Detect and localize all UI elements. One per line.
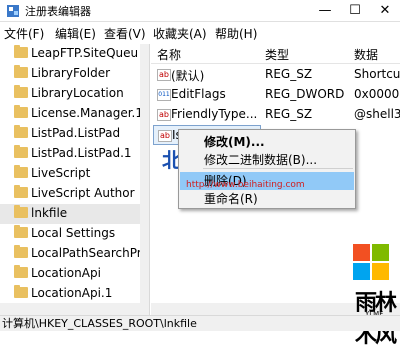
tree-item[interactable]: License.Manager.1: [0, 104, 140, 124]
tree-item-label: Local Settings: [31, 226, 116, 240]
tree-item-label: LibraryFolder: [31, 66, 111, 80]
minimize-button[interactable]: —: [310, 0, 340, 22]
maximize-button[interactable]: ☐: [340, 0, 370, 22]
value-name: EditFlags: [171, 87, 226, 101]
close-button[interactable]: ✕: [370, 0, 400, 22]
tree-item[interactable]: lnkfile: [0, 204, 140, 224]
folder-icon: [14, 265, 28, 278]
folder-icon: [14, 165, 28, 178]
value-data: @shell3: [354, 107, 400, 121]
value-type: REG_DWORD: [265, 87, 345, 101]
value-type: REG_SZ: [265, 67, 313, 81]
tree-item[interactable]: LeapFTP.SiteQueu: [0, 44, 140, 64]
tree-item[interactable]: ListPad.ListPad.1: [0, 144, 140, 164]
context-modify[interactable]: 修改(M)...: [180, 133, 354, 151]
regedit-icon: [7, 5, 19, 17]
folder-icon: [14, 225, 28, 238]
title-bar: 注册表编辑器 — ☐ ✕: [0, 0, 400, 22]
string-value-icon: ab: [158, 130, 172, 142]
folder-icon: [14, 65, 28, 78]
tree-item-label: LocationApi.1: [31, 286, 113, 300]
tree-item[interactable]: Local Settings: [0, 224, 140, 244]
status-path: 计算机\HKEY_CLASSES_ROOT\lnkfile: [2, 317, 197, 330]
column-name-header[interactable]: 名称: [157, 46, 181, 63]
value-name-cell[interactable]: ab (默认): [153, 65, 261, 85]
value-row[interactable]: ab FriendlyType... REG_SZ @shell3: [151, 105, 400, 125]
value-data: Shortcut: [354, 67, 400, 81]
tree-item-label: lnkfile: [31, 206, 68, 220]
tree-item-label: ListPad.ListPad: [31, 126, 121, 140]
key-tree[interactable]: LeapFTP.SiteQueu LibraryFolder LibraryLoca…: [0, 44, 150, 315]
tree-item-label: LiveScript Author: [31, 186, 135, 200]
tree-item[interactable]: LocalPathSearchPr: [0, 244, 140, 264]
tree-item[interactable]: LibraryLocation: [0, 84, 140, 104]
tree-item-label: LeapFTP.SiteQueu: [31, 46, 139, 60]
context-menu: 修改(M)... 修改二进制数据(B)... 删除(D) 重命名(R): [178, 129, 356, 209]
value-type: REG_SZ: [265, 107, 313, 121]
folder-icon: [14, 185, 28, 198]
tree-item-label: LocalPathSearchPr: [31, 246, 140, 260]
tree-item-label: LocationApi: [31, 266, 101, 280]
tree-item-label: LibraryLocation: [31, 86, 124, 100]
value-name-cell[interactable]: ab FriendlyType...: [153, 105, 261, 125]
string-value-icon: ab: [157, 69, 171, 81]
tree-item[interactable]: LiveScript Author: [0, 184, 140, 204]
menu-bar: 文件(F) 编辑(E) 查看(V) 收藏夹(A) 帮助(H): [0, 22, 400, 44]
menu-edit[interactable]: 编辑(E): [55, 25, 96, 42]
value-name: FriendlyType...: [171, 107, 258, 121]
value-row[interactable]: ab(默认) REG_SZ Shortcut: [151, 65, 400, 85]
menu-favorites[interactable]: 收藏夹(A): [153, 25, 207, 42]
binary-value-icon: 011: [157, 89, 171, 101]
tree-item[interactable]: LocationApi: [0, 264, 140, 284]
tree-item[interactable]: LocationApi.1: [0, 284, 140, 304]
folder-icon: [14, 45, 28, 58]
tree-item[interactable]: LiveScript: [0, 164, 140, 184]
folder-icon: [14, 85, 28, 98]
context-rename[interactable]: 重命名(R): [180, 190, 354, 208]
list-header: 名称 类型 数据: [151, 44, 400, 64]
folder-icon: [14, 245, 28, 258]
folder-icon: [14, 105, 28, 118]
column-data-header[interactable]: 数据: [354, 46, 378, 63]
window-title: 注册表编辑器: [25, 5, 91, 18]
tree-item-label: License.Manager.1: [31, 106, 140, 120]
context-menu-separator: [203, 168, 353, 169]
status-bar: 计算机\HKEY_CLASSES_ROOT\lnkfile: [0, 315, 400, 331]
folder-icon: [14, 205, 28, 218]
menu-view[interactable]: 查看(V): [104, 25, 146, 42]
value-data: 0x00000: [354, 87, 400, 101]
tree-item[interactable]: LibraryFolder: [0, 64, 140, 84]
folder-icon: [14, 125, 28, 138]
context-modify-binary[interactable]: 修改二进制数据(B)...: [180, 151, 354, 169]
value-name-cell[interactable]: 011 EditFlags: [153, 85, 261, 105]
tree-horizontal-scrollbar[interactable]: [0, 303, 149, 315]
tree-item-label: LiveScript: [31, 166, 91, 180]
folder-icon: [14, 285, 28, 298]
watermark-url: http://www.beihaiting.com: [186, 180, 305, 190]
windows-logo-icon: [353, 244, 389, 280]
tree-item[interactable]: ListPad.ListPad: [0, 124, 140, 144]
folder-icon: [14, 145, 28, 158]
string-value-icon: ab: [157, 109, 171, 121]
tree-item-label: ListPad.ListPad.1: [31, 146, 132, 160]
tree-vertical-scrollbar[interactable]: [140, 44, 149, 315]
menu-file[interactable]: 文件(F): [4, 25, 44, 42]
value-name: (默认): [171, 69, 205, 83]
menu-help[interactable]: 帮助(H): [215, 25, 257, 42]
value-row[interactable]: 011EditFlags REG_DWORD 0x00000: [151, 85, 400, 105]
column-type-header[interactable]: 类型: [265, 46, 289, 63]
